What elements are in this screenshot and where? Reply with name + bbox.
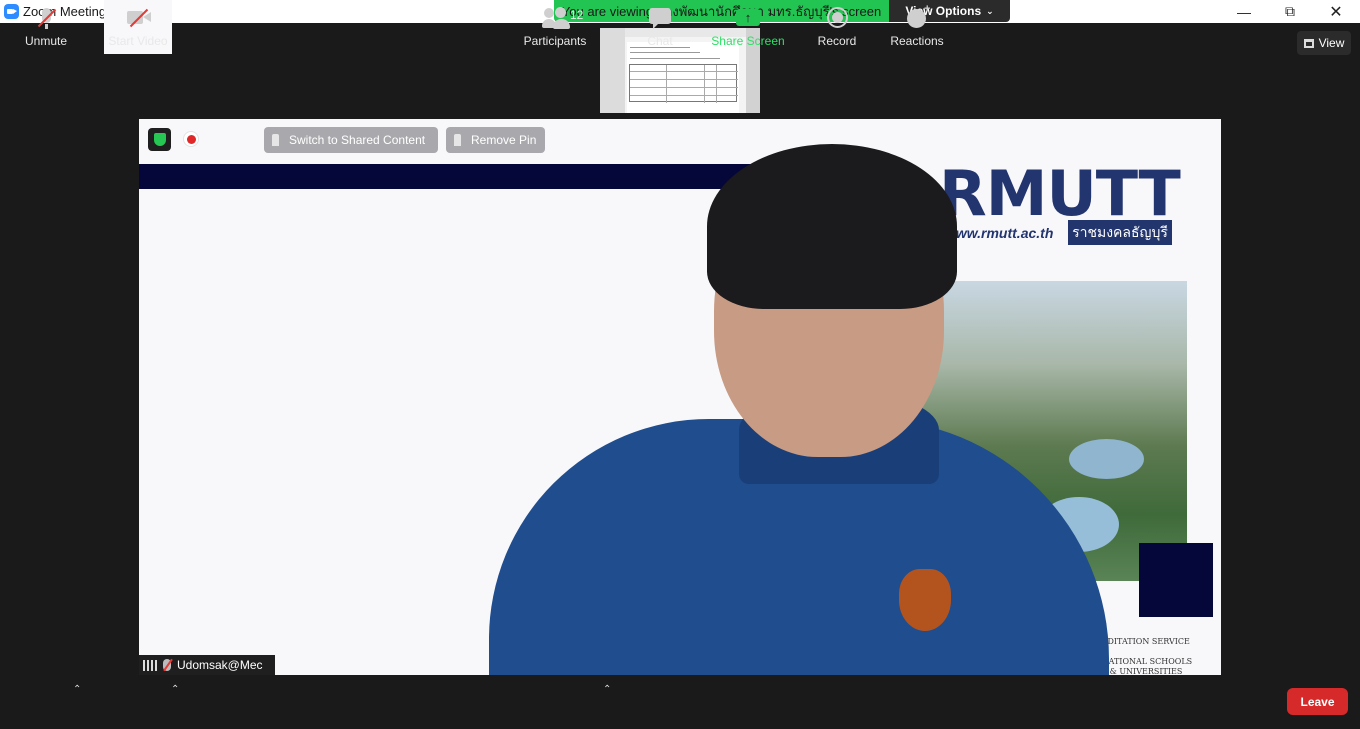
reactions-icon: +: [904, 3, 930, 30]
chat-button[interactable]: Chat: [636, 0, 684, 54]
signal-bars-icon: [143, 659, 157, 671]
thumbnail-table-col: [666, 65, 667, 103]
shield-icon: [153, 133, 166, 146]
restore-icon: ⧉: [1285, 3, 1295, 19]
thumbnail-table: [629, 64, 738, 103]
thumbnail-table-row: [630, 95, 738, 96]
participant-person: [139, 119, 1221, 675]
participants-button[interactable]: 12 Participants: [520, 0, 590, 54]
switch-to-shared-content-label: Switch to Shared Content: [289, 133, 426, 147]
thumbnail-table-row: [630, 87, 738, 88]
muted-microphone-icon: [33, 6, 59, 30]
pin-icon: [272, 134, 279, 146]
unmute-label: Unmute: [24, 34, 68, 48]
share-screen-label: Share Screen: [711, 34, 785, 48]
minimize-button[interactable]: —: [1221, 0, 1267, 23]
record-icon: [824, 6, 850, 30]
participants-options-caret-icon[interactable]: ⌃: [603, 684, 611, 695]
pin-icon: [454, 134, 461, 146]
thumbnail-line: [630, 58, 720, 59]
thumbnail-table-col: [704, 65, 705, 103]
record-button[interactable]: Record: [812, 0, 862, 54]
chat-icon: [647, 6, 673, 30]
participant-name: Udomsak@Mec: [177, 658, 263, 672]
remove-pin-button[interactable]: Remove Pin: [446, 127, 545, 153]
share-screen-icon: ↑: [735, 6, 761, 30]
video-options-caret-icon[interactable]: ⌃: [171, 684, 179, 695]
share-screen-button[interactable]: ↑ Share Screen: [708, 0, 788, 54]
video-off-icon: [125, 6, 151, 30]
leave-button[interactable]: Leave: [1287, 688, 1348, 715]
maximize-button[interactable]: ⧉: [1267, 0, 1313, 23]
record-dot-icon: [186, 134, 196, 144]
participants-count: 12: [570, 8, 584, 22]
participants-label: Participants: [523, 34, 587, 48]
shirt-emblem: [899, 569, 951, 631]
reactions-button[interactable]: + Reactions: [888, 0, 946, 54]
meeting-toolbar: [0, 675, 1360, 729]
reactions-label: Reactions: [890, 34, 944, 48]
record-label: Record: [817, 34, 857, 48]
view-layout-button[interactable]: View: [1297, 31, 1351, 55]
person-hair: [707, 144, 957, 309]
gallery-view-icon: [1303, 38, 1314, 48]
chevron-down-icon: ⌄: [986, 5, 994, 16]
thumbnail-table-col: [716, 65, 717, 103]
chat-label: Chat: [647, 34, 673, 48]
start-video-label: Start Video: [108, 34, 168, 48]
muted-mic-icon: [163, 659, 171, 671]
switch-to-shared-content-button[interactable]: Switch to Shared Content: [264, 127, 438, 153]
thumbnail-left-panel: [600, 28, 625, 113]
audio-options-caret-icon[interactable]: ⌃: [73, 684, 81, 695]
view-layout-label: View: [1318, 36, 1345, 50]
minimize-icon: —: [1237, 3, 1251, 20]
start-video-button[interactable]: Start Video: [104, 0, 172, 54]
close-button[interactable]: ✕: [1313, 0, 1359, 23]
thumbnail-table-row: [630, 79, 738, 80]
recording-indicator[interactable]: [183, 131, 199, 147]
active-speaker-video[interactable]: RMUTT www.rmutt.ac.th ราชมงคลธัญบุรี ...…: [139, 119, 1221, 675]
participants-icon: [542, 6, 570, 30]
security-shield-button[interactable]: [148, 128, 171, 151]
unmute-button[interactable]: Unmute: [16, 0, 76, 54]
thumbnail-table-row: [630, 71, 738, 72]
participant-name-tag: Udomsak@Mec: [139, 655, 275, 675]
remove-pin-label: Remove Pin: [471, 133, 537, 147]
close-icon: ✕: [1329, 3, 1343, 21]
